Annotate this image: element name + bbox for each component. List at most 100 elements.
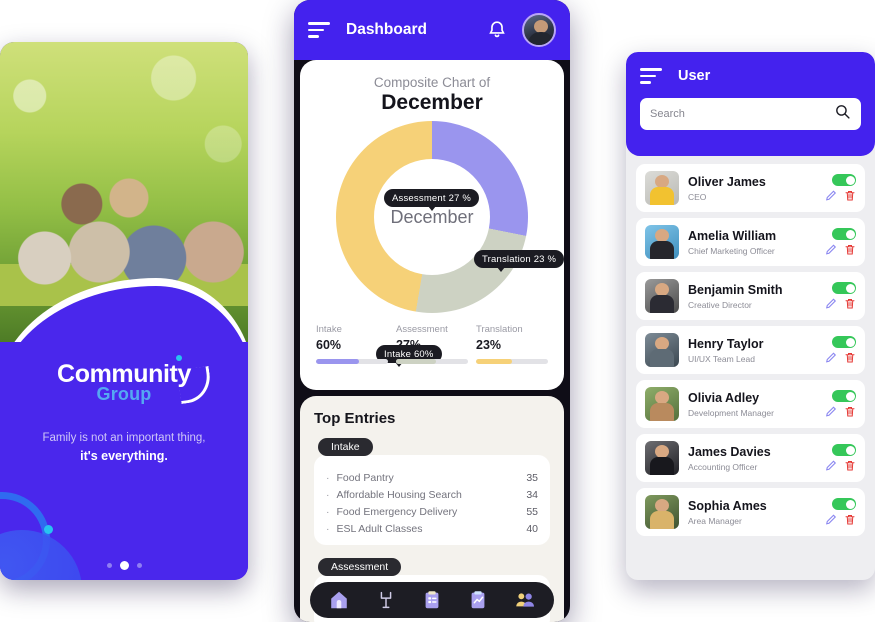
user-name: Olivia Adley: [688, 390, 760, 405]
table-row[interactable]: Sophia Ames Area Manager: [636, 488, 865, 536]
status-toggle[interactable]: [832, 174, 856, 186]
avatar[interactable]: [522, 13, 556, 47]
edit-pencil-icon[interactable]: [825, 189, 837, 202]
avatar: [645, 279, 679, 313]
icon-row: [825, 243, 856, 256]
avatar: [645, 171, 679, 205]
entry-name: Affordable Housing Search: [336, 488, 462, 501]
icon-row: [825, 297, 856, 310]
row-actions: [825, 336, 856, 364]
hamburger-icon[interactable]: [640, 68, 662, 84]
search-icon[interactable]: [834, 103, 851, 125]
brand-logo-main-wrap: Community Group: [57, 355, 214, 405]
trash-icon[interactable]: [844, 351, 856, 364]
stat-translation: Translation 23%: [476, 324, 548, 364]
user-name: James Davies: [688, 444, 771, 459]
edit-pencil-icon[interactable]: [825, 405, 837, 418]
table-row[interactable]: Henry Taylor UI/UX Team Lead: [636, 326, 865, 374]
list-item[interactable]: · Food Pantry 35: [326, 469, 538, 486]
icon-row: [825, 351, 856, 364]
edit-pencil-icon[interactable]: [825, 513, 837, 526]
list-item[interactable]: · Affordable Housing Search 34: [326, 486, 538, 503]
entry-count: 55: [526, 505, 538, 518]
logo-dot-icon: [175, 355, 182, 361]
edit-pencil-icon[interactable]: [825, 459, 837, 472]
row-actions: [825, 174, 856, 202]
table-row[interactable]: James Davies Accounting Officer: [636, 434, 865, 482]
edit-pencil-icon[interactable]: [825, 297, 837, 310]
status-toggle[interactable]: [832, 390, 856, 402]
trash-icon[interactable]: [844, 297, 856, 310]
stat-label: Assessment: [396, 324, 448, 335]
page-dot-1[interactable]: [106, 563, 112, 568]
avatar: [645, 333, 679, 367]
page-title: Dashboard: [346, 21, 427, 38]
user-header-top: User: [640, 68, 861, 84]
trash-icon[interactable]: [844, 189, 856, 202]
chart-card: Composite Chart of December December Ass…: [300, 60, 565, 390]
dashboard-panel: Dashboard Composite Chart of December De…: [294, 0, 570, 622]
list-item[interactable]: · ESL Adult Classes 40: [326, 520, 538, 537]
tagline-line-2: it's everything.: [80, 449, 168, 463]
trash-icon[interactable]: [844, 405, 856, 418]
page-dot-3[interactable]: [136, 563, 142, 568]
trash-icon[interactable]: [844, 243, 856, 256]
stat-label: Translation: [476, 324, 523, 335]
row-actions: [825, 390, 856, 418]
list-item[interactable]: · Food Emergency Delivery 55: [326, 503, 538, 520]
row-actions: [825, 282, 856, 310]
search-input[interactable]: [650, 108, 834, 120]
stat-bar: [316, 359, 388, 364]
icon-row: [825, 405, 856, 418]
status-toggle[interactable]: [832, 282, 856, 294]
search-box[interactable]: [640, 98, 861, 130]
row-actions: [825, 444, 856, 472]
user-role: UI/UX Team Lead: [688, 353, 755, 364]
page-indicator[interactable]: [0, 561, 248, 570]
user-role: Development Manager: [688, 407, 774, 418]
hamburger-icon[interactable]: [308, 22, 330, 38]
avatar: [645, 387, 679, 421]
bottom-navigation: [310, 582, 554, 618]
bell-icon[interactable]: [486, 18, 508, 42]
onboarding-panel: Community Group Family is not an importa…: [0, 42, 248, 580]
clipboard-list-icon[interactable]: [421, 589, 443, 611]
table-row[interactable]: Olivia Adley Development Manager: [636, 380, 865, 428]
entry-count: 34: [526, 488, 538, 501]
status-toggle[interactable]: [832, 336, 856, 348]
home-icon[interactable]: [328, 589, 350, 611]
user-name: Sophia Ames: [688, 498, 767, 513]
entry-count: 35: [526, 471, 538, 484]
donut-label-translation: Translation 23 %: [474, 250, 565, 272]
status-toggle[interactable]: [832, 498, 856, 510]
avatar: [645, 225, 679, 259]
page-title: User: [678, 68, 711, 84]
edit-pencil-icon[interactable]: [825, 351, 837, 364]
row-actions: [825, 498, 856, 526]
table-row[interactable]: Benjamin Smith Creative Director: [636, 272, 865, 320]
analytics-icon[interactable]: [375, 589, 397, 611]
entry-name: ESL Adult Classes: [336, 522, 423, 535]
page-dot-2[interactable]: [119, 561, 129, 570]
entry-name: Food Emergency Delivery: [336, 505, 458, 518]
user-role: Accounting Officer: [688, 461, 758, 472]
bullet-icon: ·: [326, 522, 330, 535]
donut-chart: December Assessment 27 % Translation 23 …: [300, 121, 565, 367]
clipboard-chart-icon[interactable]: [467, 589, 489, 611]
top-entries-title: Top Entries: [314, 410, 396, 427]
decorative-dot: [44, 525, 53, 534]
trash-icon[interactable]: [844, 513, 856, 526]
people-icon[interactable]: [514, 589, 536, 611]
brand-logo: Community Group: [0, 355, 248, 405]
trash-icon[interactable]: [844, 459, 856, 472]
user-name: Amelia William: [688, 228, 777, 243]
entry-count: 40: [526, 522, 538, 535]
edit-pencil-icon[interactable]: [825, 243, 837, 256]
status-toggle[interactable]: [832, 444, 856, 456]
table-row[interactable]: Oliver James CEO: [636, 164, 865, 212]
table-row[interactable]: Amelia William Chief Marketing Officer: [636, 218, 865, 266]
user-list: Oliver James CEO Amelia William Chief Ma…: [626, 156, 875, 536]
icon-row: [825, 513, 856, 526]
user-meta: Henry Taylor UI/UX Team Lead: [688, 337, 825, 364]
status-toggle[interactable]: [832, 228, 856, 240]
